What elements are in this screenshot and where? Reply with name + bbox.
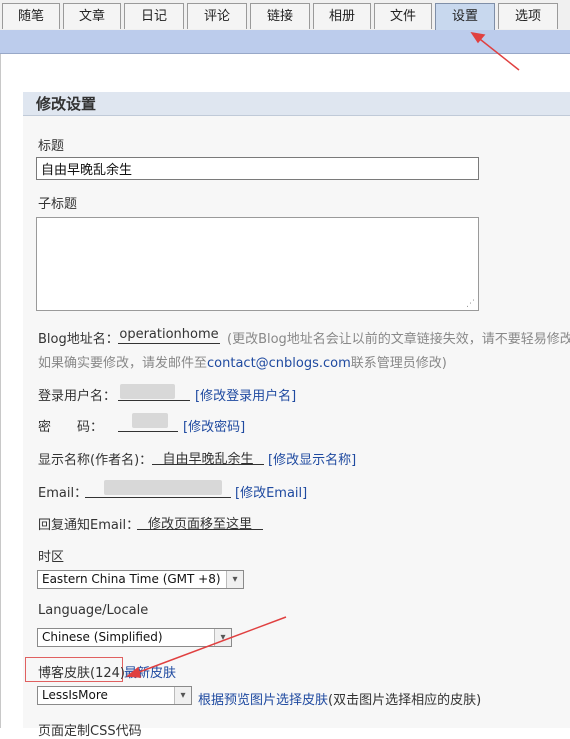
arrowhead-skin-icon (126, 666, 141, 678)
annotation-arrows (126, 31, 520, 678)
arrow-to-settings-tab (475, 35, 520, 71)
arrow-to-skin-label (133, 616, 287, 675)
